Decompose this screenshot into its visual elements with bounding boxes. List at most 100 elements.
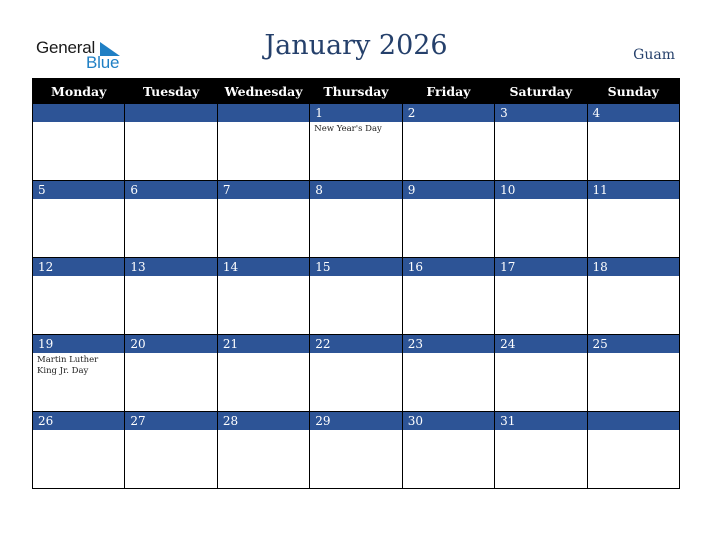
holiday-label <box>218 122 309 124</box>
day-cell[interactable]: 3 <box>494 103 588 181</box>
day-cell[interactable]: 17 <box>494 257 588 335</box>
day-number: 7 <box>217 181 310 199</box>
day-number: 19 <box>33 335 125 353</box>
day-cell[interactable]: 5 <box>31 180 126 258</box>
holiday-label <box>495 430 586 432</box>
holiday-label <box>33 122 124 124</box>
weekday-header: Monday <box>31 78 126 104</box>
day-cell[interactable]: 24 <box>494 334 588 412</box>
holiday-label <box>218 353 309 355</box>
day-cell[interactable]: 25 <box>586 334 681 412</box>
day-number: 1 <box>310 104 402 122</box>
day-cell[interactable]: 22 <box>309 334 403 412</box>
holiday-label <box>310 199 401 201</box>
day-number: 5 <box>33 181 125 199</box>
weekday-header: Saturday <box>494 78 588 104</box>
day-cell[interactable]: 31 <box>494 411 588 489</box>
day-number: 6 <box>125 181 217 199</box>
day-number: 27 <box>125 412 217 430</box>
week-row: 26 27 28 29 30 31 <box>31 411 681 489</box>
day-number: 9 <box>402 181 495 199</box>
day-number: 10 <box>495 181 587 199</box>
day-number: 20 <box>125 335 217 353</box>
day-number: 18 <box>587 258 679 276</box>
day-number: 29 <box>310 412 402 430</box>
day-cell[interactable]: 10 <box>494 180 588 258</box>
holiday-label <box>403 353 494 355</box>
day-cell[interactable]: 8 <box>309 180 403 258</box>
day-cell[interactable]: 9 <box>401 180 496 258</box>
holiday-label: Martin Luther King Jr. Day <box>37 355 99 376</box>
day-cell[interactable]: 6 <box>124 180 218 258</box>
day-number: 28 <box>217 412 310 430</box>
empty-day-cell <box>216 103 311 181</box>
day-number: 26 <box>33 412 125 430</box>
page-title: January 2026 <box>264 30 448 61</box>
day-number: 17 <box>495 258 587 276</box>
day-cell[interactable]: 16 <box>401 257 496 335</box>
holiday-label <box>218 276 309 278</box>
holiday-label <box>588 353 679 355</box>
day-number: 24 <box>495 335 587 353</box>
day-number <box>125 104 217 122</box>
day-cell[interactable]: 30 <box>401 411 496 489</box>
day-cell[interactable]: 26 <box>31 411 126 489</box>
holiday-label <box>125 276 216 278</box>
day-cell[interactable]: 15 <box>309 257 403 335</box>
holiday-label <box>588 122 679 124</box>
empty-day-cell <box>31 103 126 181</box>
day-cell[interactable]: 7 <box>216 180 311 258</box>
day-number: 21 <box>217 335 310 353</box>
day-cell[interactable]: 18 <box>586 257 681 335</box>
holiday-label <box>310 353 401 355</box>
day-cell[interactable]: 27 <box>124 411 218 489</box>
day-number: 22 <box>310 335 402 353</box>
day-number: 31 <box>495 412 587 430</box>
holiday-label <box>588 199 679 201</box>
day-number: 30 <box>402 412 495 430</box>
day-cell[interactable]: 21 <box>216 334 311 412</box>
calendar-grid: Monday Tuesday Wednesday Thursday Friday… <box>31 78 681 489</box>
day-cell[interactable]: 19 Martin Luther King Jr. Day <box>31 334 126 412</box>
day-cell[interactable]: 11 <box>586 180 681 258</box>
holiday-label <box>218 430 309 432</box>
day-cell[interactable]: 4 <box>586 103 681 181</box>
day-number: 3 <box>495 104 587 122</box>
empty-day-cell <box>586 411 681 489</box>
holiday-label <box>125 199 216 201</box>
day-number <box>217 104 310 122</box>
day-number <box>587 412 679 430</box>
holiday-label <box>588 430 679 432</box>
day-cell[interactable]: 13 <box>124 257 218 335</box>
day-number: 11 <box>587 181 679 199</box>
holiday-label <box>125 430 216 432</box>
week-row: 5 6 7 8 9 10 11 <box>31 180 681 258</box>
holiday-label <box>125 353 216 355</box>
day-number: 4 <box>587 104 679 122</box>
week-row: 19 Martin Luther King Jr. Day 20 21 22 23 24 25 <box>31 334 681 412</box>
day-cell[interactable]: 2 <box>401 103 496 181</box>
day-cell[interactable]: 12 <box>31 257 126 335</box>
day-cell[interactable]: 14 <box>216 257 311 335</box>
day-number: 12 <box>33 258 125 276</box>
day-cell[interactable]: 1 New Year's Day <box>309 103 403 181</box>
holiday-label <box>33 276 124 278</box>
holiday-label <box>403 430 494 432</box>
holiday-label <box>403 199 494 201</box>
day-number: 23 <box>402 335 495 353</box>
day-number: 15 <box>310 258 402 276</box>
weekday-header: Tuesday <box>124 78 218 104</box>
holiday-label <box>218 199 309 201</box>
region-label: Guam <box>633 47 675 63</box>
day-cell[interactable]: 28 <box>216 411 311 489</box>
week-row: 1 New Year's Day 2 3 4 <box>31 103 681 181</box>
day-number: 8 <box>310 181 402 199</box>
day-cell[interactable]: 23 <box>401 334 496 412</box>
holiday-label <box>495 199 586 201</box>
week-row: 12 13 14 15 16 17 18 <box>31 257 681 335</box>
holiday-label <box>495 122 586 124</box>
day-cell[interactable]: 20 <box>124 334 218 412</box>
holiday-label <box>495 353 586 355</box>
holiday-label <box>403 276 494 278</box>
day-cell[interactable]: 29 <box>309 411 403 489</box>
